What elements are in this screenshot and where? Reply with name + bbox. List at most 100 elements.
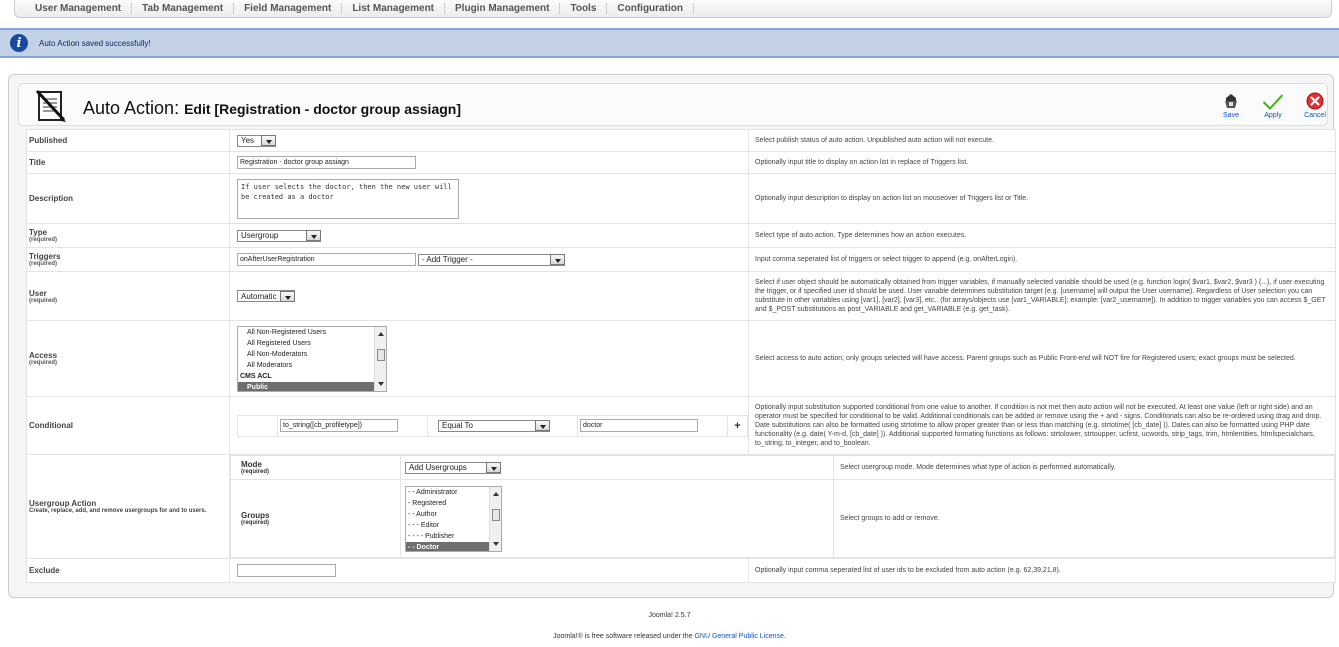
exclude-label: Exclude (26, 558, 230, 583)
row-user: User (required) Automatic Select if user… (26, 271, 1336, 321)
list-item-selected[interactable]: - - Doctor (406, 541, 501, 551)
footer-license: Joomla!® is free software released under… (0, 633, 1339, 640)
triggers-label: Triggers (29, 252, 61, 261)
list-group-header: CMS ACL (240, 372, 272, 380)
checkmark-icon (1263, 94, 1283, 110)
conditional-table: to_string([cb_profiletype]) Equal To doc… (237, 414, 748, 437)
menu-user-management[interactable]: User Management (25, 3, 133, 14)
required-note: (required) (29, 261, 58, 267)
top-menu: User Management Tab Management Field Man… (14, 0, 1332, 18)
list-item[interactable]: - - Author (406, 509, 501, 520)
chevron-down-icon (261, 135, 276, 146)
title-desc: Optionally input title to display on act… (748, 151, 1336, 174)
page-title-main: Auto Action: (83, 98, 180, 118)
menu-plugin-management[interactable]: Plugin Management (445, 3, 561, 14)
apply-label: Apply (1264, 112, 1282, 119)
list-item[interactable]: All Non-Registered Users (238, 327, 386, 338)
scroll-down-icon[interactable] (378, 381, 384, 386)
mode-field-cell: Add Usergroups (400, 455, 834, 480)
mode-label-cell: Mode (required) (230, 455, 401, 480)
menu-tab-management[interactable]: Tab Management (132, 3, 235, 14)
list-item[interactable]: - - Administrator (406, 487, 501, 498)
access-label-cell: Access (required) (26, 320, 230, 397)
system-message: i Auto Action saved successfully! (0, 28, 1339, 58)
save-button[interactable]: Save (1215, 92, 1247, 122)
row-usergroup-action: Usergroup Action Create, replace, add, a… (26, 454, 1336, 559)
scroll-thumb[interactable] (377, 348, 385, 361)
toolbar: Auto Action: Edit [Registration - doctor… (18, 83, 1328, 126)
access-scrollbar[interactable] (374, 326, 386, 391)
exclude-input[interactable] (237, 564, 336, 577)
published-select[interactable]: Yes (237, 134, 276, 147)
chevron-down-icon (306, 230, 321, 241)
list-item-selected[interactable]: Public (238, 381, 386, 391)
type-label-cell: Type (required) (26, 223, 230, 248)
type-label: Type (29, 228, 48, 237)
triggers-input[interactable]: onAfterUserRegistration (237, 253, 416, 266)
groups-label-cell: Groups (required) (230, 479, 401, 558)
row-conditional: Conditional to_string([cb_profiletype]) … (26, 396, 1336, 455)
usergroup-label-cell: Usergroup Action Create, replace, add, a… (26, 454, 230, 559)
triggers-label-cell: Triggers (required) (26, 247, 230, 272)
page-title-sub: Edit [Registration - doctor group assiag… (184, 101, 461, 117)
save-label: Save (1223, 112, 1239, 119)
description-textarea[interactable]: If user selects the doctor, then the new… (237, 178, 459, 219)
menu-tools[interactable]: Tools (560, 3, 608, 14)
conditional-operator-select[interactable]: Equal To (438, 419, 550, 432)
license-end: . (783, 633, 786, 640)
add-conditional-button[interactable]: + (727, 414, 748, 437)
add-trigger-select[interactable]: - Add Trigger - (417, 253, 565, 266)
access-desc: Select access to auto action; only group… (748, 320, 1336, 397)
type-value: Usergroup (241, 231, 279, 240)
list-item[interactable]: All Registered Users (238, 338, 386, 349)
cancel-button[interactable]: Cancel (1299, 92, 1331, 122)
chevron-down-icon (535, 420, 550, 431)
access-listbox[interactable]: All Non-Registered Users All Registered … (237, 325, 387, 392)
list-item[interactable]: - Registered (406, 498, 501, 509)
scroll-down-icon[interactable] (493, 541, 499, 546)
cond-op-cell: Equal To (427, 414, 578, 437)
list-item[interactable]: All Moderators (238, 360, 386, 371)
description-desc: Optionally input description to display … (748, 173, 1336, 224)
scroll-up-icon[interactable] (493, 491, 499, 496)
apply-button[interactable]: Apply (1257, 92, 1289, 122)
groups-scrollbar[interactable] (489, 486, 501, 551)
scroll-thumb[interactable] (492, 508, 500, 521)
mode-select[interactable]: Add Usergroups (405, 461, 501, 474)
scroll-up-icon[interactable] (378, 331, 384, 336)
type-select[interactable]: Usergroup (237, 229, 321, 242)
footer-version: Joomla! 2.5.7 (648, 612, 691, 619)
chevron-down-icon (280, 290, 295, 302)
cancel-label: Cancel (1304, 112, 1326, 119)
chevron-down-icon (549, 254, 565, 265)
row-triggers: Triggers (required) onAfterUserRegistrat… (26, 247, 1336, 272)
title-input[interactable]: Registration - doctor group assiagn (237, 156, 416, 169)
row-exclude: Exclude Optionally input comma seperated… (26, 558, 1336, 583)
cancel-icon (1306, 92, 1324, 110)
user-select[interactable]: Automatic (237, 290, 295, 302)
row-published: Published Yes Select publish status of a… (26, 129, 1336, 152)
menu-list-management[interactable]: List Management (342, 3, 446, 14)
mode-desc: Select usergroup mode. Mode determines w… (833, 455, 1335, 480)
access-label: Access (29, 351, 58, 360)
user-desc: Select if user object should be automati… (748, 271, 1336, 321)
list-item[interactable]: All Non-Moderators (238, 349, 386, 360)
list-item[interactable]: - - - Editor (406, 520, 501, 531)
menu-field-management[interactable]: Field Management (234, 3, 343, 14)
row-description: Description If user selects the doctor, … (26, 173, 1336, 224)
usergroup-note: Create, replace, add, and remove usergro… (29, 508, 207, 514)
operator-value: Equal To (442, 421, 473, 430)
conditional-right-input[interactable]: doctor (580, 419, 698, 432)
conditional-label: Conditional (26, 396, 230, 455)
gpl-link[interactable]: GNU General Public License (694, 633, 784, 640)
mode-label: Mode (241, 460, 262, 469)
mode-value: Add Usergroups (409, 463, 467, 472)
required-note: (required) (29, 297, 58, 304)
row-title: Title Registration - doctor group assiag… (26, 151, 1336, 174)
groups-listbox[interactable]: - - Administrator - Registered - - Autho… (405, 485, 502, 552)
list-item[interactable]: - - - - Publisher (406, 531, 501, 542)
conditional-left-input[interactable]: to_string([cb_profiletype]) (280, 419, 398, 432)
menu-configuration[interactable]: Configuration (607, 3, 694, 14)
published-label: Published (26, 129, 230, 152)
license-text: Joomla!® is free software released under… (553, 633, 695, 640)
